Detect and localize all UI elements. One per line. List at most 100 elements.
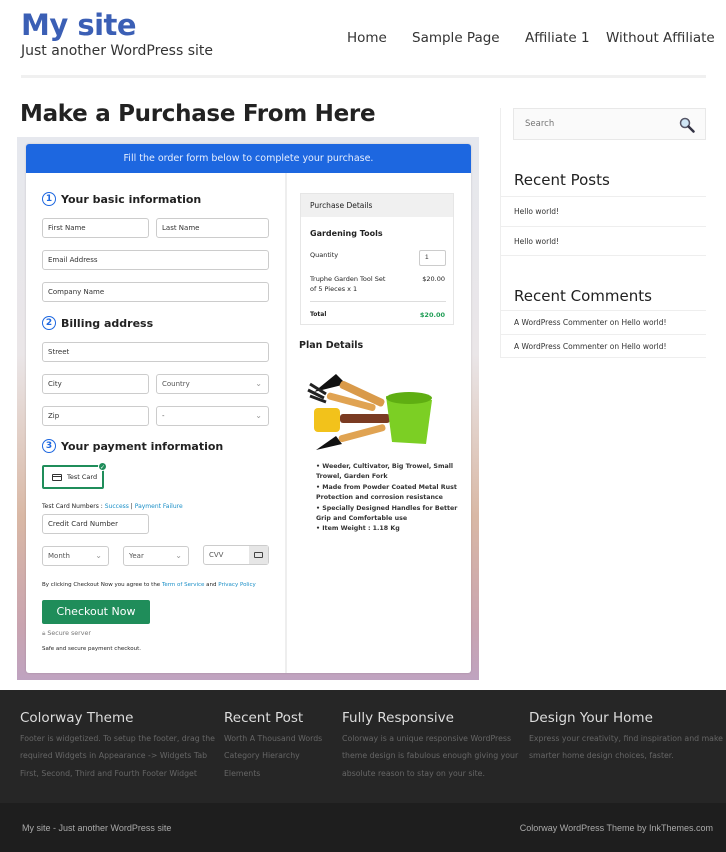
recent-comments-title: Recent Comments — [514, 287, 652, 305]
footer-text: Colorway is a unique responsive WordPres… — [342, 734, 512, 743]
feature-item: Specially Designed Handles for Better Gr… — [316, 504, 466, 525]
state-select[interactable]: - ⌄ — [156, 406, 269, 426]
card-number-input[interactable]: Credit Card Number — [42, 514, 149, 534]
footer-text: Express your creativity, find inspiratio… — [529, 734, 723, 743]
month-select[interactable]: Month ⌄ — [42, 546, 109, 566]
state-value: - — [162, 412, 165, 420]
feature-item: Made from Powder Coated Metal Rust Prote… — [316, 483, 466, 504]
quantity-input[interactable]: 1 — [419, 250, 446, 266]
country-value: Country — [162, 380, 190, 388]
footer-text: required Widgets in Appearance -> Widget… — [20, 751, 208, 761]
footer-col-title: Recent Post — [224, 710, 304, 726]
lock-icon: 🔒︎ — [42, 630, 46, 637]
country-select[interactable]: Country ⌄ — [156, 374, 269, 394]
recent-comment-item[interactable]: A WordPress Commenter on Hello world! — [501, 310, 706, 334]
footer-text: First, Second, Third and Fourth Footer W… — [20, 768, 197, 778]
item-price: $20.00 — [422, 275, 445, 283]
secure-server-label: Secure server — [47, 630, 91, 637]
check-icon: ✓ — [98, 462, 107, 471]
footer-widgets: Colorway Theme Footer is widgetized. To … — [0, 690, 726, 803]
product-name: Gardening Tools — [310, 229, 383, 238]
section-title: Your basic information — [61, 192, 202, 206]
feature-item: Weeder, Cultivator, Big Trowel, Small Tr… — [316, 462, 466, 483]
test-numbers-label: Test Card Numbers : — [42, 503, 105, 510]
section-payment: 3 Your payment information — [42, 439, 223, 453]
footer-col-title: Design Your Home — [529, 710, 653, 726]
year-select[interactable]: Year ⌄ — [123, 546, 189, 566]
bucket-rim — [386, 392, 432, 404]
item-line-1: Truphe Garden Tool Set — [310, 275, 386, 283]
chevron-down-icon: ⌄ — [255, 411, 262, 420]
cvv-input[interactable]: CVV — [203, 545, 269, 565]
email-input[interactable]: Email Address — [42, 250, 269, 270]
quantity-label: Quantity — [310, 251, 339, 259]
street-input[interactable]: Street — [42, 342, 269, 362]
checkout-now-button[interactable]: Checkout Now — [42, 600, 150, 624]
chevron-down-icon: ⌄ — [95, 551, 102, 560]
footer-link[interactable]: Category Hierarchy — [224, 747, 322, 764]
step-number-icon: 3 — [42, 439, 56, 453]
tool-handle-3 — [340, 414, 390, 423]
footer-text: absolute reason to stay on your site. — [342, 768, 485, 778]
total-divider — [310, 301, 446, 302]
footer-col-colorway: Colorway Theme Footer is widgetized. To … — [20, 710, 215, 782]
footer-bottom-bar: My site - Just another WordPress site Co… — [0, 803, 726, 852]
footer-col-title: Colorway Theme — [20, 710, 134, 726]
tool-handle-4 — [338, 424, 386, 443]
footer-site-info[interactable]: My site - Just another WordPress site — [22, 823, 171, 833]
nav-without-affiliate[interactable]: Without Affiliate — [606, 30, 715, 46]
month-value: Month — [48, 552, 70, 560]
test-card-numbers: Test Card Numbers : Success | Payment Fa… — [42, 503, 183, 510]
zip-input[interactable]: Zip — [42, 406, 149, 426]
footer-col-design-home: Design Your Home Express your creativity… — [529, 710, 723, 765]
total-value: $20.00 — [419, 311, 445, 319]
city-input[interactable]: City — [42, 374, 149, 394]
agreement-text: By clicking Checkout Now you agree to th… — [42, 582, 256, 588]
recent-comment-item[interactable]: A WordPress Commenter on Hello world! — [501, 334, 706, 358]
search-input[interactable] — [514, 109, 664, 139]
section-title: Billing address — [61, 316, 154, 330]
footer-credits[interactable]: Colorway WordPress Theme by InkThemes.co… — [520, 823, 713, 833]
cvv-card-icon — [249, 546, 268, 564]
site-header: My site Just another WordPress site Home… — [0, 0, 726, 80]
cvv-placeholder: CVV — [209, 551, 224, 559]
recent-post-item[interactable]: Hello world! — [501, 226, 706, 256]
last-name-input[interactable]: Last Name — [156, 218, 269, 238]
footer-col-recent-post: Recent Post Worth A Thousand Words Categ… — [224, 710, 322, 782]
company-input[interactable]: Company Name — [42, 282, 269, 302]
purchase-details-header: Purchase Details — [301, 194, 453, 217]
first-name-input[interactable]: First Name — [42, 218, 149, 238]
test-card-label: Test Card — [67, 473, 98, 481]
footer-link[interactable]: Elements — [224, 765, 322, 782]
agree-prefix: By clicking Checkout Now you agree to th… — [42, 582, 162, 588]
credit-card-icon — [52, 473, 62, 481]
section-billing: 2 Billing address — [42, 316, 153, 330]
column-divider — [285, 173, 287, 673]
page-title: Make a Purchase From Here — [20, 101, 376, 127]
footer-col-responsive: Fully Responsive Colorway is a unique re… — [342, 710, 518, 782]
order-banner: Fill the order form below to complete yo… — [26, 144, 471, 173]
yellow-trowel — [314, 408, 340, 432]
search-box — [513, 108, 706, 140]
footer-link[interactable]: Worth A Thousand Words — [224, 730, 322, 747]
terms-link[interactable]: Term of Service — [162, 582, 204, 588]
plan-features-list: Weeder, Cultivator, Big Trowel, Small Tr… — [316, 462, 466, 535]
item-line-2: of 5 Pieces x 1 — [310, 285, 358, 293]
nav-affiliate-1[interactable]: Affiliate 1 — [525, 30, 590, 46]
chevron-down-icon: ⌄ — [255, 379, 262, 388]
agree-and: and — [204, 582, 219, 588]
success-link[interactable]: Success — [105, 503, 129, 510]
privacy-link[interactable]: Privacy Policy — [218, 582, 255, 588]
test-card-option[interactable]: Test Card ✓ — [42, 462, 107, 489]
purchase-details-box: Purchase Details Gardening Tools Quantit… — [300, 193, 454, 325]
nav-sample-page[interactable]: Sample Page — [412, 30, 500, 46]
footer-col-title: Fully Responsive — [342, 710, 454, 726]
feature-item: Item Weight : 1.18 Kg — [316, 524, 466, 534]
plan-details-title: Plan Details — [299, 340, 364, 351]
footer-text: Footer is widgetized. To setup the foote… — [20, 734, 215, 743]
payment-failure-link[interactable]: Payment Failure — [135, 503, 183, 510]
recent-post-item[interactable]: Hello world! — [501, 196, 706, 226]
search-icon[interactable] — [679, 117, 695, 133]
nav-home[interactable]: Home — [347, 30, 387, 46]
total-label: Total — [310, 311, 327, 318]
